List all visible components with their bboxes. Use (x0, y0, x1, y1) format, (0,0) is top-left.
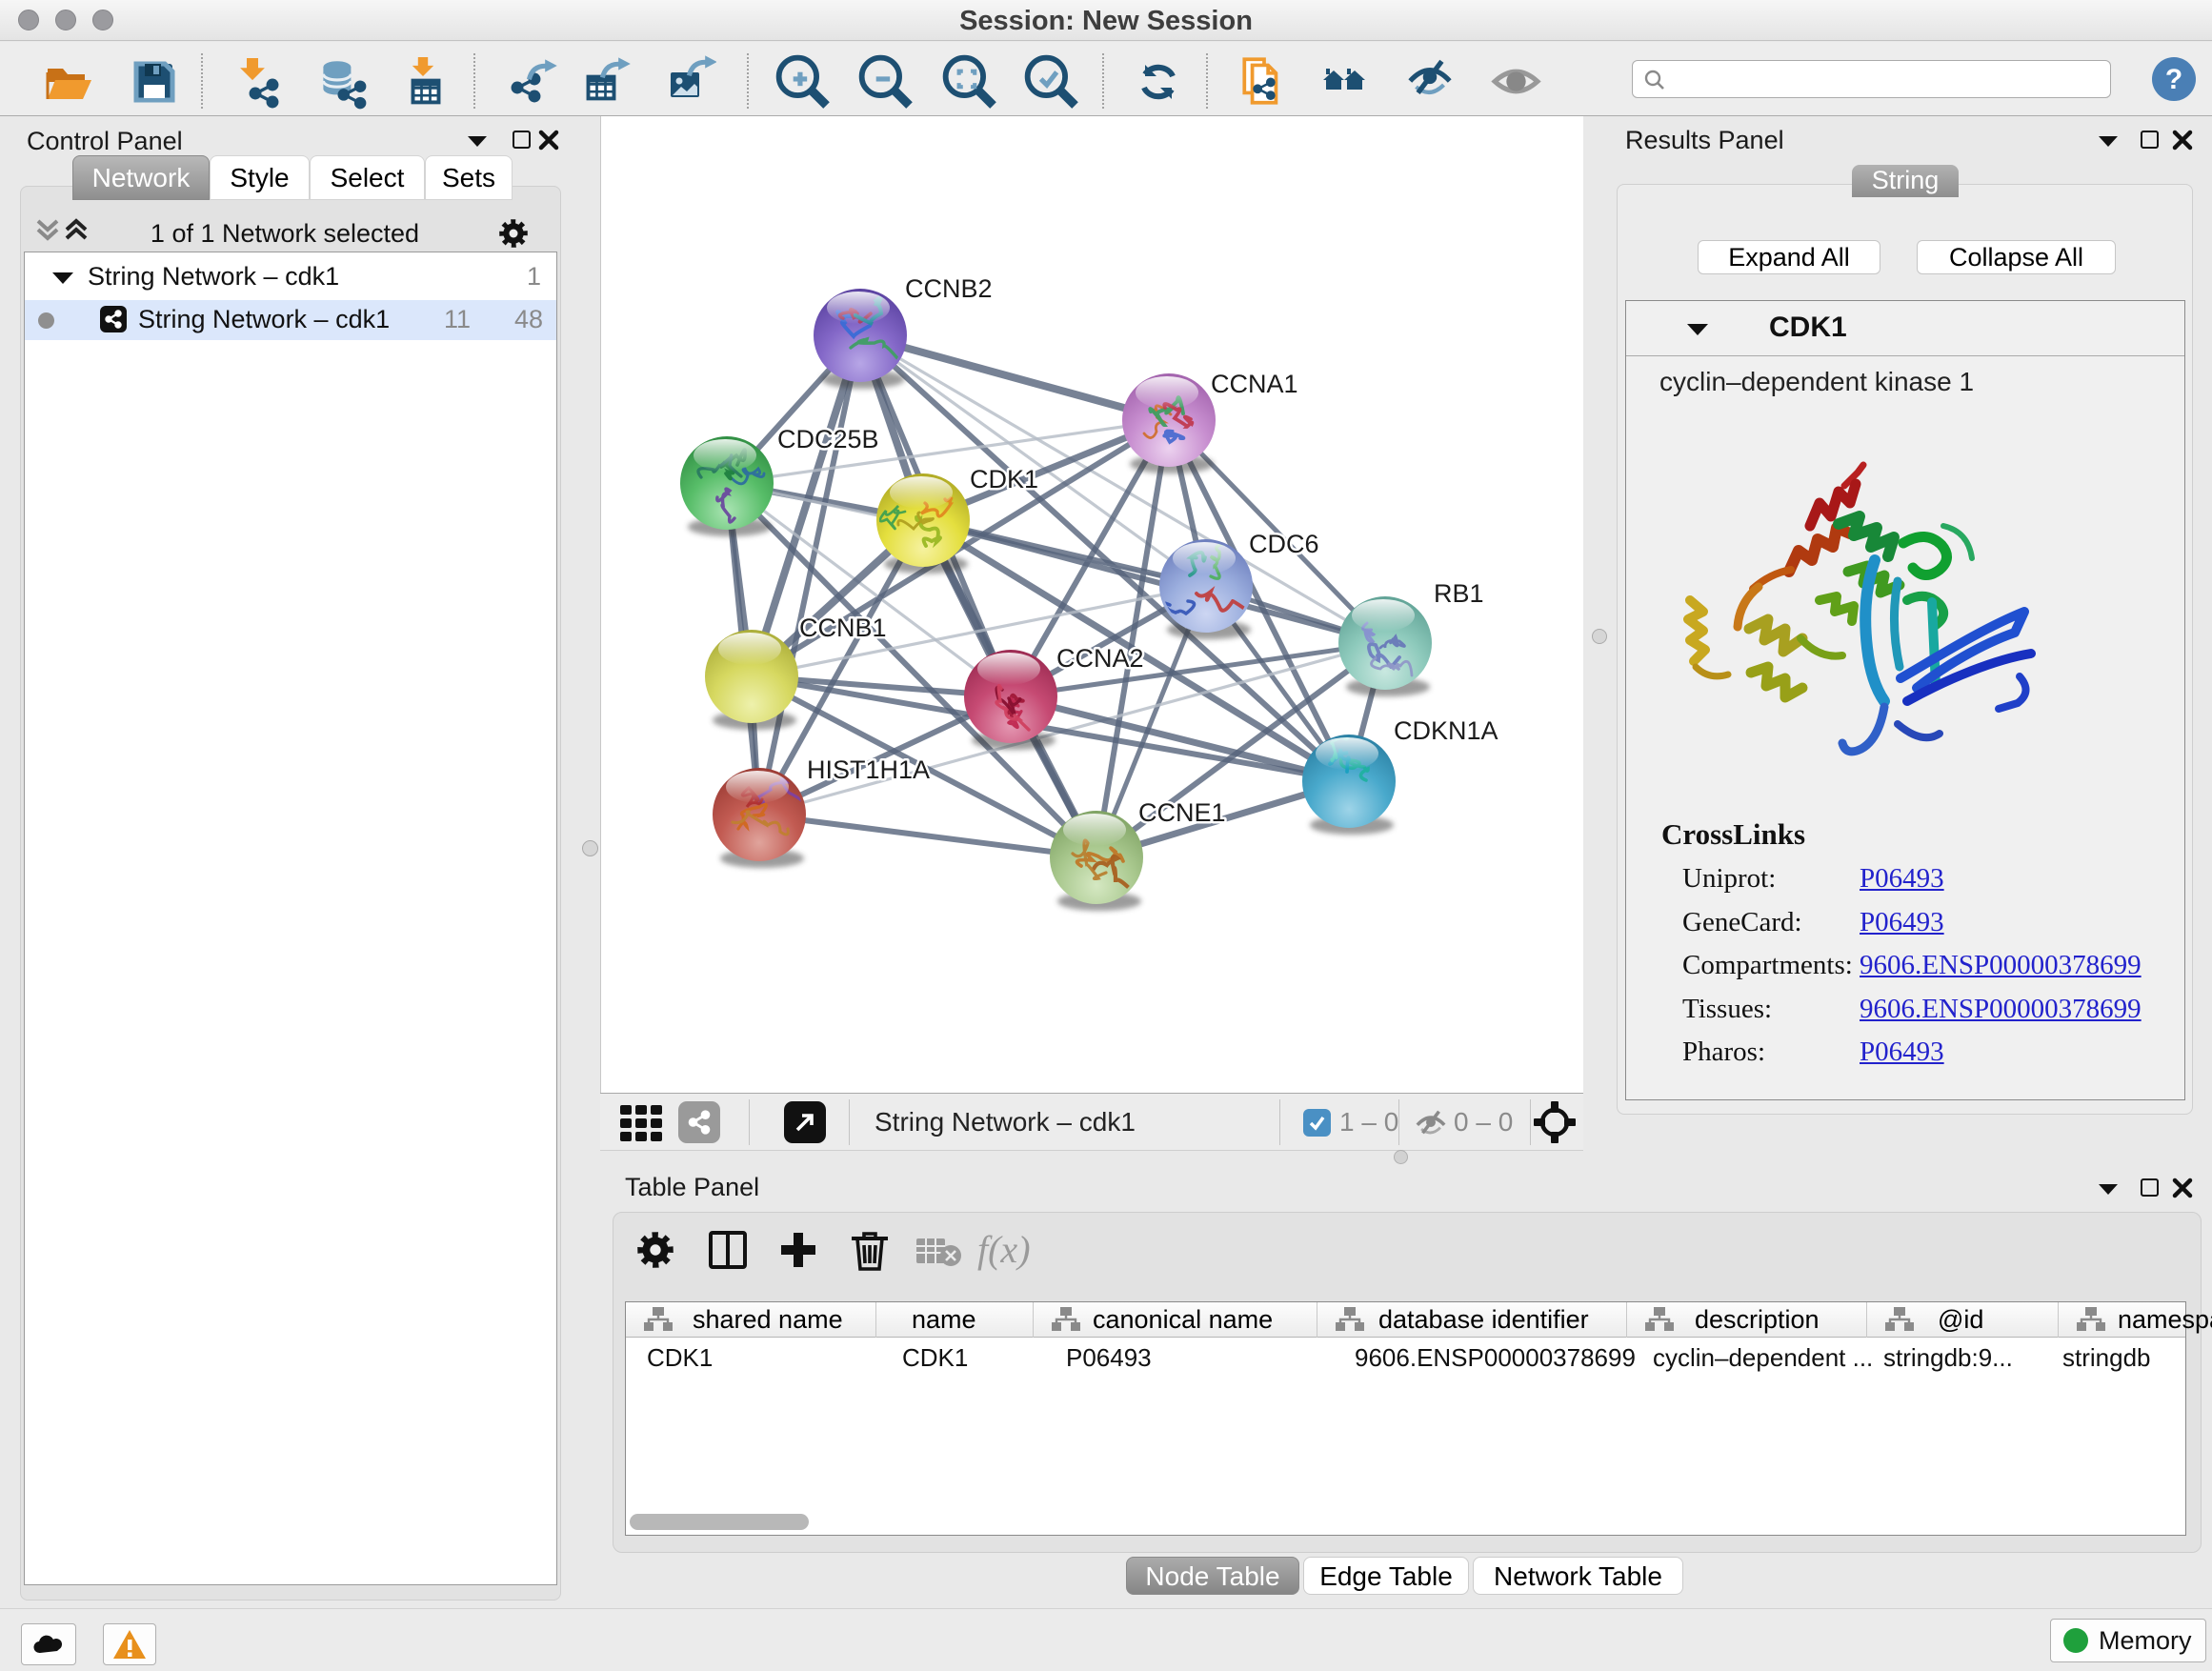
svg-text:CDC6: CDC6 (1249, 530, 1319, 558)
svg-text:CCNB2: CCNB2 (905, 274, 993, 303)
svg-text:CDC25B: CDC25B (777, 425, 879, 453)
svg-text:CCNE1: CCNE1 (1138, 798, 1226, 827)
svg-text:?: ? (2165, 64, 2182, 95)
svg-text:CDKN1A: CDKN1A (1394, 716, 1498, 745)
svg-text:CDK1: CDK1 (970, 465, 1038, 493)
svg-text:CCNA1: CCNA1 (1211, 370, 1298, 398)
svg-text:CCNA2: CCNA2 (1056, 644, 1144, 673)
svg-text:CCNB1: CCNB1 (799, 614, 887, 642)
svg-text:RB1: RB1 (1434, 579, 1484, 608)
svg-text:HIST1H1A: HIST1H1A (807, 755, 930, 784)
